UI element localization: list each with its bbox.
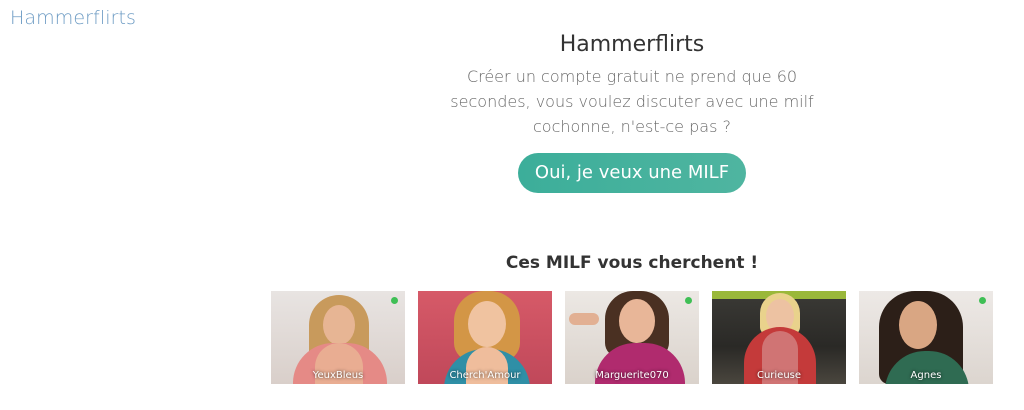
profiles-section-title: Ces MILF vous cherchent ! <box>505 253 759 273</box>
profile-card[interactable]: Curieuse <box>712 291 846 384</box>
profile-name: Marguerite070 <box>595 370 669 381</box>
profile-name: Curieuse <box>756 370 802 381</box>
profile-card[interactable]: YeuxBleus <box>271 291 405 384</box>
online-status-dot <box>391 297 398 304</box>
site-logo[interactable]: Hammerflirts <box>10 7 136 29</box>
profile-card[interactable]: Marguerite070 <box>565 291 699 384</box>
signup-cta-button[interactable]: Oui, je veux une MILF <box>518 153 746 193</box>
hero-description: Créer un compte gratuit ne prend que 60 … <box>450 67 814 136</box>
profile-name: Agnes <box>910 370 942 381</box>
profile-cards: YeuxBleus Cherch'Amour Marguerite070 Cur… <box>271 291 995 384</box>
hero-title: Hammerflirts <box>559 32 705 57</box>
profile-name: Cherch'Amour <box>449 370 521 381</box>
profile-card[interactable]: Agnes <box>859 291 993 384</box>
profile-name: YeuxBleus <box>312 370 364 381</box>
profile-card[interactable]: Cherch'Amour <box>418 291 552 384</box>
online-status-dot <box>979 297 986 304</box>
online-status-dot <box>685 297 692 304</box>
hero-section: Hammerflirts Créer un compte gratuit ne … <box>440 30 824 139</box>
